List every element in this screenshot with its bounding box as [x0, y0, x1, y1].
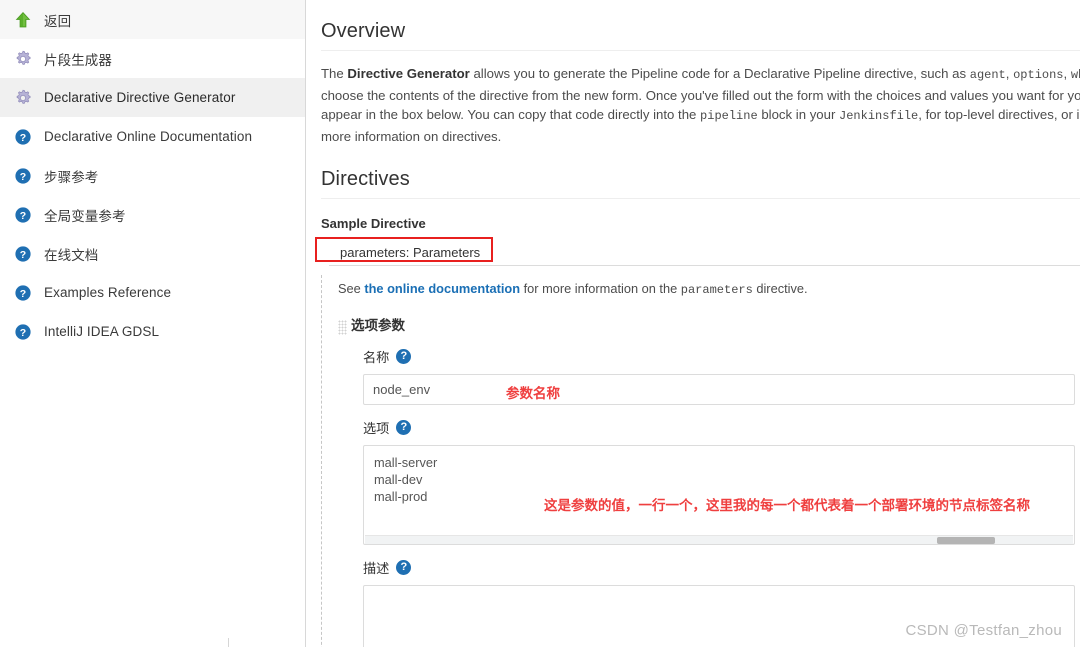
horizontal-scrollbar[interactable] [365, 535, 1073, 545]
gear-icon [13, 49, 33, 69]
sidebar-item-label: Declarative Directive Generator [44, 90, 236, 105]
choice-parameter-block: 选项参数 名称 ? node_env 参数名称 选项 ? mall-server… [338, 318, 1080, 647]
text-fragment: See [338, 281, 365, 297]
text-fragment: for more information on the [520, 281, 681, 297]
sidebar-item-label: 在线文档 [44, 247, 99, 263]
code-options: options [1013, 68, 1064, 82]
help-circle-icon: ? [13, 283, 33, 303]
sidebar-item-declarative-online-documentation[interactable]: ? Declarative Online Documentation [0, 117, 305, 156]
main-content: Overview The Directive Generator allows … [306, 0, 1080, 647]
sidebar-item-label: IntelliJ IDEA GDSL [44, 324, 160, 339]
svg-text:?: ? [20, 171, 26, 183]
svg-text:?: ? [20, 210, 26, 222]
name-field-label-row: 名称 ? [363, 347, 1080, 366]
online-documentation-link[interactable]: the online documentation [364, 281, 520, 296]
text-fragment: directive. [752, 281, 808, 297]
code-pipeline: pipeline [700, 109, 758, 124]
help-circle-icon: ? [13, 322, 33, 342]
sidebar-item-declarative-directive-generator[interactable]: Declarative Directive Generator [0, 78, 305, 117]
overview-paragraph-line-4: more information on directives. [321, 128, 502, 144]
options-textarea[interactable]: mall-server mall-dev mall-prod 这是参数的值，一行… [363, 445, 1075, 546]
code-when: when [1070, 68, 1080, 82]
name-field-group: 名称 ? node_env 参数名称 [351, 347, 1080, 406]
directives-heading: Directives [321, 146, 1080, 200]
name-input[interactable]: node_env 参数名称 [363, 374, 1075, 406]
app-root: 返回 片段生成器 Declarative Directive Generator [0, 0, 1080, 647]
drag-handle-icon[interactable] [338, 320, 347, 336]
sample-directive-row: parameters: Parameters [315, 237, 1080, 267]
code-jenkinsfile: Jenkinsfile [839, 109, 919, 124]
options-field-label-row: 选项 ? [363, 418, 1080, 437]
help-circle-icon: ? [13, 205, 33, 225]
overview-heading: Overview [321, 0, 1080, 51]
sidebar-item-examples-reference[interactable]: ? Examples Reference [0, 273, 305, 312]
text-fragment: , for top-level directives, or inte [918, 107, 1080, 123]
name-input-value: node_env [373, 382, 431, 398]
annotation-name: 参数名称 [506, 386, 560, 402]
overview-paragraph-line-2: choose the contents of the directive fro… [321, 87, 1080, 103]
up-arrow-icon [13, 10, 33, 30]
name-field-label: 名称 [363, 350, 390, 366]
sidebar-item-label: Examples Reference [44, 285, 172, 300]
options-textarea-value: mall-server mall-dev mall-prod [374, 455, 438, 505]
sidebar-item-label: 全局变量参考 [44, 208, 126, 224]
sidebar-item-intellij-idea-gdsl[interactable]: ? IntelliJ IDEA GDSL [0, 312, 305, 351]
overview-paragraph-line-1: The Directive Generator allows you to ge… [321, 64, 1080, 86]
help-icon[interactable]: ? [396, 420, 412, 436]
sample-directive-select[interactable]: parameters: Parameters [329, 240, 1080, 267]
svg-text:?: ? [20, 249, 26, 261]
bottom-tick-mark [228, 638, 229, 647]
sidebar-item-label: 步骤参考 [44, 169, 99, 185]
watermark: CSDN @Testfan_zhou [905, 622, 1062, 639]
text-fragment: allows you to generate the Pipeline code… [469, 66, 970, 81]
options-field-label: 选项 [363, 421, 390, 437]
sidebar-item-online-documentation[interactable]: ? 在线文档 [0, 234, 305, 273]
description-textarea-value [364, 586, 1074, 602]
sample-directive-label: Sample Directive [321, 216, 426, 232]
overview-paragraph-line-3: appear in the box below. You can copy th… [321, 105, 1080, 127]
text-bold-directive-generator: Directive Generator [347, 66, 470, 81]
options-field-group: 选项 ? mall-server mall-dev mall-prod 这是参数… [351, 418, 1080, 546]
code-parameters: parameters [680, 283, 753, 298]
sidebar-item-back[interactable]: 返回 [0, 0, 305, 39]
text-fragment: The [321, 66, 348, 81]
documentation-hint: See the online documentation for more in… [338, 275, 1080, 297]
sidebar-item-global-variable-reference[interactable]: ? 全局变量参考 [0, 195, 305, 234]
text-fragment: appear in the box below. You can copy th… [321, 107, 701, 123]
gear-icon [13, 88, 33, 108]
svg-text:?: ? [20, 288, 26, 300]
code-agent: agent [969, 68, 1006, 82]
description-field-label: 描述 [363, 561, 390, 577]
text-fragment: , [1063, 66, 1071, 81]
sidebar: 返回 片段生成器 Declarative Directive Generator [0, 0, 306, 647]
help-circle-icon: ? [13, 244, 33, 264]
directive-form-panel: See the online documentation for more in… [321, 275, 1080, 647]
scrollbar-thumb[interactable] [937, 537, 995, 545]
block-title: 选项参数 [351, 318, 405, 334]
help-icon[interactable]: ? [396, 560, 412, 576]
sidebar-item-label: 片段生成器 [44, 52, 112, 68]
description-field-label-row: 描述 ? [363, 558, 1080, 577]
sidebar-item-snippet-generator[interactable]: 片段生成器 [0, 39, 305, 78]
svg-text:?: ? [20, 327, 26, 339]
help-circle-icon: ? [13, 127, 33, 147]
text-fragment: block in your [757, 107, 840, 123]
help-circle-icon: ? [13, 166, 33, 186]
sidebar-item-label: 返回 [44, 13, 72, 29]
svg-text:?: ? [20, 132, 26, 144]
help-icon[interactable]: ? [396, 349, 412, 365]
sidebar-item-step-reference[interactable]: ? 步骤参考 [0, 156, 305, 195]
sidebar-item-label: Declarative Online Documentation [44, 129, 253, 144]
text-fragment: , [1005, 66, 1014, 81]
